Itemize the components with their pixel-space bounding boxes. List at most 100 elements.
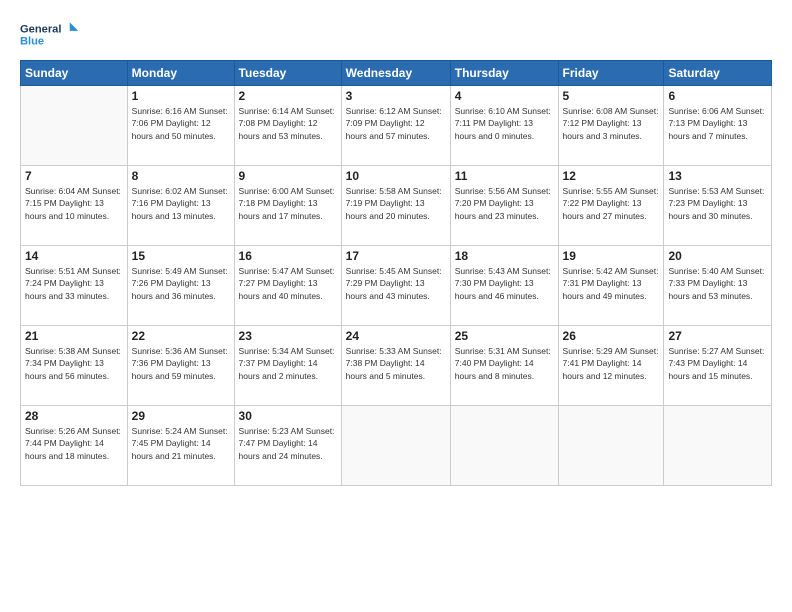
day-info: Sunrise: 5:26 AM Sunset: 7:44 PM Dayligh… bbox=[25, 425, 123, 462]
day-number: 1 bbox=[132, 89, 230, 103]
col-header-saturday: Saturday bbox=[664, 61, 772, 86]
week-row-4: 21 Sunrise: 5:38 AM Sunset: 7:34 PM Dayli… bbox=[21, 326, 772, 406]
day-number: 16 bbox=[239, 249, 337, 263]
day-cell: 4 Sunrise: 6:10 AM Sunset: 7:11 PM Daylig… bbox=[450, 86, 558, 166]
day-number: 3 bbox=[346, 89, 446, 103]
day-cell: 26 Sunrise: 5:29 AM Sunset: 7:41 PM Dayli… bbox=[558, 326, 664, 406]
day-info: Sunrise: 5:42 AM Sunset: 7:31 PM Dayligh… bbox=[563, 265, 660, 302]
day-cell: 30 Sunrise: 5:23 AM Sunset: 7:47 PM Dayli… bbox=[234, 406, 341, 486]
day-cell bbox=[341, 406, 450, 486]
day-number: 19 bbox=[563, 249, 660, 263]
day-info: Sunrise: 5:24 AM Sunset: 7:45 PM Dayligh… bbox=[132, 425, 230, 462]
col-header-tuesday: Tuesday bbox=[234, 61, 341, 86]
day-number: 8 bbox=[132, 169, 230, 183]
day-number: 4 bbox=[455, 89, 554, 103]
day-info: Sunrise: 5:53 AM Sunset: 7:23 PM Dayligh… bbox=[668, 185, 767, 222]
day-cell: 18 Sunrise: 5:43 AM Sunset: 7:30 PM Dayli… bbox=[450, 246, 558, 326]
day-info: Sunrise: 6:00 AM Sunset: 7:18 PM Dayligh… bbox=[239, 185, 337, 222]
week-row-2: 7 Sunrise: 6:04 AM Sunset: 7:15 PM Daylig… bbox=[21, 166, 772, 246]
day-cell: 25 Sunrise: 5:31 AM Sunset: 7:40 PM Dayli… bbox=[450, 326, 558, 406]
svg-text:Blue: Blue bbox=[20, 36, 44, 48]
svg-text:General: General bbox=[20, 24, 61, 36]
day-info: Sunrise: 5:38 AM Sunset: 7:34 PM Dayligh… bbox=[25, 345, 123, 382]
day-cell: 14 Sunrise: 5:51 AM Sunset: 7:24 PM Dayli… bbox=[21, 246, 128, 326]
day-info: Sunrise: 5:56 AM Sunset: 7:20 PM Dayligh… bbox=[455, 185, 554, 222]
day-number: 22 bbox=[132, 329, 230, 343]
day-number: 7 bbox=[25, 169, 123, 183]
day-info: Sunrise: 5:29 AM Sunset: 7:41 PM Dayligh… bbox=[563, 345, 660, 382]
day-number: 21 bbox=[25, 329, 123, 343]
day-info: Sunrise: 6:08 AM Sunset: 7:12 PM Dayligh… bbox=[563, 105, 660, 142]
day-number: 26 bbox=[563, 329, 660, 343]
day-cell: 27Sunrise: 5:27 AM Sunset: 7:43 PM Dayli… bbox=[664, 326, 772, 406]
day-number: 30 bbox=[239, 409, 337, 423]
day-cell: 5 Sunrise: 6:08 AM Sunset: 7:12 PM Daylig… bbox=[558, 86, 664, 166]
day-info: Sunrise: 5:23 AM Sunset: 7:47 PM Dayligh… bbox=[239, 425, 337, 462]
day-info: Sunrise: 5:43 AM Sunset: 7:30 PM Dayligh… bbox=[455, 265, 554, 302]
day-cell: 3Sunrise: 6:12 AM Sunset: 7:09 PM Daylig… bbox=[341, 86, 450, 166]
day-info: Sunrise: 5:45 AM Sunset: 7:29 PM Dayligh… bbox=[346, 265, 446, 302]
day-number: 24 bbox=[346, 329, 446, 343]
day-number: 9 bbox=[239, 169, 337, 183]
day-info: Sunrise: 6:04 AM Sunset: 7:15 PM Dayligh… bbox=[25, 185, 123, 222]
header: General Blue bbox=[20, 18, 772, 54]
day-info: Sunrise: 6:10 AM Sunset: 7:11 PM Dayligh… bbox=[455, 105, 554, 142]
col-header-thursday: Thursday bbox=[450, 61, 558, 86]
day-cell: 2 Sunrise: 6:14 AM Sunset: 7:08 PM Daylig… bbox=[234, 86, 341, 166]
day-cell: 17 Sunrise: 5:45 AM Sunset: 7:29 PM Dayli… bbox=[341, 246, 450, 326]
day-cell bbox=[664, 406, 772, 486]
day-number: 10 bbox=[346, 169, 446, 183]
day-number: 23 bbox=[239, 329, 337, 343]
day-cell: 21 Sunrise: 5:38 AM Sunset: 7:34 PM Dayli… bbox=[21, 326, 128, 406]
day-info: Sunrise: 5:55 AM Sunset: 7:22 PM Dayligh… bbox=[563, 185, 660, 222]
day-number: 14 bbox=[25, 249, 123, 263]
day-info: Sunrise: 5:31 AM Sunset: 7:40 PM Dayligh… bbox=[455, 345, 554, 382]
col-header-friday: Friday bbox=[558, 61, 664, 86]
day-cell: 20 Sunrise: 5:40 AM Sunset: 7:33 PM Dayli… bbox=[664, 246, 772, 326]
day-number: 6 bbox=[668, 89, 767, 103]
day-info: Sunrise: 5:36 AM Sunset: 7:36 PM Dayligh… bbox=[132, 345, 230, 382]
calendar-header-row: SundayMondayTuesdayWednesdayThursdayFrid… bbox=[21, 61, 772, 86]
day-number: 25 bbox=[455, 329, 554, 343]
col-header-sunday: Sunday bbox=[21, 61, 128, 86]
day-number: 29 bbox=[132, 409, 230, 423]
day-cell: 13 Sunrise: 5:53 AM Sunset: 7:23 PM Dayli… bbox=[664, 166, 772, 246]
day-cell: 16Sunrise: 5:47 AM Sunset: 7:27 PM Dayli… bbox=[234, 246, 341, 326]
day-info: Sunrise: 5:33 AM Sunset: 7:38 PM Dayligh… bbox=[346, 345, 446, 382]
day-cell: 10Sunrise: 5:58 AM Sunset: 7:19 PM Dayli… bbox=[341, 166, 450, 246]
week-row-1: 1 Sunrise: 6:16 AM Sunset: 7:06 PM Daylig… bbox=[21, 86, 772, 166]
day-cell: 15 Sunrise: 5:49 AM Sunset: 7:26 PM Dayli… bbox=[127, 246, 234, 326]
day-number: 15 bbox=[132, 249, 230, 263]
week-row-5: 28 Sunrise: 5:26 AM Sunset: 7:44 PM Dayli… bbox=[21, 406, 772, 486]
day-number: 2 bbox=[239, 89, 337, 103]
day-cell: 11 Sunrise: 5:56 AM Sunset: 7:20 PM Dayli… bbox=[450, 166, 558, 246]
day-cell: 19 Sunrise: 5:42 AM Sunset: 7:31 PM Dayli… bbox=[558, 246, 664, 326]
day-info: Sunrise: 6:14 AM Sunset: 7:08 PM Dayligh… bbox=[239, 105, 337, 142]
day-info: Sunrise: 5:34 AM Sunset: 7:37 PM Dayligh… bbox=[239, 345, 337, 382]
day-cell: 1 Sunrise: 6:16 AM Sunset: 7:06 PM Daylig… bbox=[127, 86, 234, 166]
day-number: 20 bbox=[668, 249, 767, 263]
day-cell: 8Sunrise: 6:02 AM Sunset: 7:16 PM Daylig… bbox=[127, 166, 234, 246]
day-info: Sunrise: 6:16 AM Sunset: 7:06 PM Dayligh… bbox=[132, 105, 230, 142]
day-info: Sunrise: 5:51 AM Sunset: 7:24 PM Dayligh… bbox=[25, 265, 123, 302]
day-number: 28 bbox=[25, 409, 123, 423]
day-number: 11 bbox=[455, 169, 554, 183]
day-number: 13 bbox=[668, 169, 767, 183]
day-number: 17 bbox=[346, 249, 446, 263]
day-cell: 28 Sunrise: 5:26 AM Sunset: 7:44 PM Dayli… bbox=[21, 406, 128, 486]
day-cell: 12 Sunrise: 5:55 AM Sunset: 7:22 PM Dayli… bbox=[558, 166, 664, 246]
day-info: Sunrise: 5:49 AM Sunset: 7:26 PM Dayligh… bbox=[132, 265, 230, 302]
day-cell bbox=[21, 86, 128, 166]
week-row-3: 14 Sunrise: 5:51 AM Sunset: 7:24 PM Dayli… bbox=[21, 246, 772, 326]
day-cell: 23 Sunrise: 5:34 AM Sunset: 7:37 PM Dayli… bbox=[234, 326, 341, 406]
day-number: 27 bbox=[668, 329, 767, 343]
day-cell: 22 Sunrise: 5:36 AM Sunset: 7:36 PM Dayli… bbox=[127, 326, 234, 406]
day-cell bbox=[558, 406, 664, 486]
day-info: Sunrise: 5:40 AM Sunset: 7:33 PM Dayligh… bbox=[668, 265, 767, 302]
col-header-wednesday: Wednesday bbox=[341, 61, 450, 86]
day-number: 12 bbox=[563, 169, 660, 183]
day-number: 18 bbox=[455, 249, 554, 263]
day-number: 5 bbox=[563, 89, 660, 103]
day-info: Sunrise: 6:06 AM Sunset: 7:13 PM Dayligh… bbox=[668, 105, 767, 142]
logo: General Blue bbox=[20, 18, 80, 54]
